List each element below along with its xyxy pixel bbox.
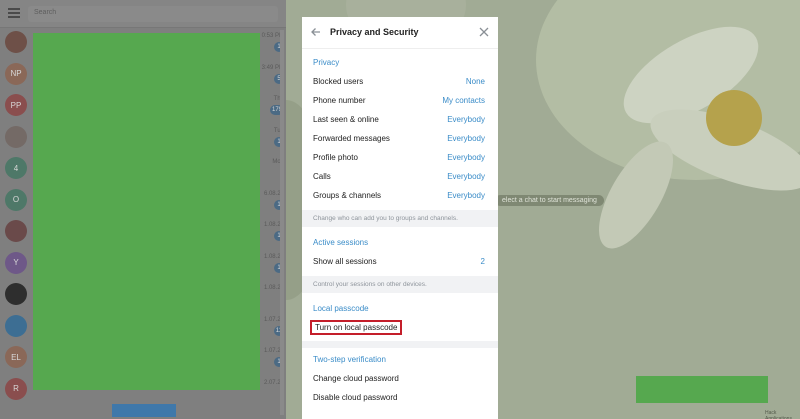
privacy-row[interactable]: Phone number My contacts (302, 91, 498, 110)
chat-avatar[interactable]: 4 (5, 157, 27, 179)
redaction-block (33, 33, 260, 390)
change-cloud-password-label: Change cloud password (313, 374, 399, 383)
privacy-row-value: Everybody (447, 191, 485, 200)
passcode-section-title: Local passcode (313, 304, 369, 313)
privacy-row-label: Calls (313, 172, 331, 181)
privacy-row[interactable]: Last seen & online Everybody (302, 110, 498, 129)
privacy-row-value: None (465, 77, 485, 86)
chat-avatar[interactable] (5, 125, 27, 148)
privacy-settings-list: Blocked users None Phone number My contacts… (302, 72, 498, 205)
redaction-block-2 (636, 376, 768, 403)
chat-avatar[interactable] (5, 220, 27, 242)
chat-avatar[interactable]: Y (5, 251, 27, 274)
privacy-section-title: Privacy (313, 58, 340, 67)
chat-avatar[interactable]: EL (5, 346, 27, 368)
chat-avatar[interactable]: R (5, 377, 27, 400)
change-cloud-password-row[interactable]: Change cloud password (302, 369, 498, 388)
show-all-sessions-row[interactable]: Show all sessions 2 (302, 252, 498, 271)
hamburger-menu-icon[interactable] (8, 8, 20, 18)
disable-cloud-password-row[interactable]: Disable cloud password (302, 388, 498, 407)
dialog-title: Privacy and Security (330, 27, 419, 37)
privacy-row-label: Profile photo (313, 153, 358, 162)
select-chat-hint: elect a chat to start messaging (495, 195, 604, 206)
privacy-row[interactable]: Calls Everybody (302, 167, 498, 186)
privacy-row[interactable]: Groups & channels Everybody (302, 186, 498, 205)
back-arrow-icon[interactable] (310, 26, 322, 38)
privacy-row-value: Everybody (447, 115, 485, 124)
chat-avatar[interactable]: PP (5, 94, 27, 116)
privacy-row[interactable]: Forwarded messages Everybody (302, 129, 498, 148)
sessions-count: 2 (480, 257, 485, 266)
privacy-row-value: Everybody (447, 134, 485, 143)
privacy-row-label: Phone number (313, 96, 366, 105)
search-input[interactable]: Search (28, 6, 278, 22)
chat-avatar[interactable] (5, 31, 27, 53)
disable-cloud-password-label: Disable cloud password (313, 393, 398, 402)
chat-list-panel: Search 0:53 PM 1 NP 3:49 PM 5 PP Thu 179 Tue 1 4 Mo… (0, 0, 286, 419)
sessions-section-title: Active sessions (313, 238, 369, 247)
sessions-note: Control your sessions on other devices. (302, 276, 498, 293)
chat-avatar[interactable] (5, 314, 27, 337)
privacy-note: Change who can add you to groups and cha… (302, 210, 498, 227)
privacy-row-label: Last seen & online (313, 115, 379, 124)
chat-avatar[interactable] (5, 283, 27, 305)
privacy-row-label: Groups & channels (313, 191, 382, 200)
privacy-row-value: Everybody (447, 172, 485, 181)
chat-avatar[interactable]: NP (5, 62, 27, 85)
chat-list-topbar: Search (0, 0, 286, 28)
privacy-row-label: Forwarded messages (313, 134, 390, 143)
two-step-section-title: Two-step verification (313, 355, 386, 364)
section-divider (302, 341, 498, 348)
privacy-row-value: Everybody (447, 153, 485, 162)
dialog-header: Privacy and Security (302, 17, 498, 49)
privacy-security-dialog: Privacy and Security Privacy Blocked use… (302, 17, 498, 419)
privacy-row[interactable]: Blocked users None (302, 72, 498, 91)
show-all-sessions-label: Show all sessions (313, 257, 377, 266)
bottom-action-bar[interactable] (112, 404, 176, 417)
privacy-row-value: My contacts (442, 96, 485, 105)
chat-list-scrollbar[interactable] (280, 30, 284, 415)
chat-avatar[interactable]: O (5, 188, 27, 211)
privacy-row-label: Blocked users (313, 77, 364, 86)
turn-on-passcode-row[interactable]: Turn on local passcode (302, 318, 498, 337)
turn-on-passcode-label[interactable]: Turn on local passcode (310, 320, 403, 335)
privacy-row[interactable]: Profile photo Everybody (302, 148, 498, 167)
close-icon[interactable] (478, 26, 490, 38)
watermark: Hack Applications (765, 410, 792, 419)
